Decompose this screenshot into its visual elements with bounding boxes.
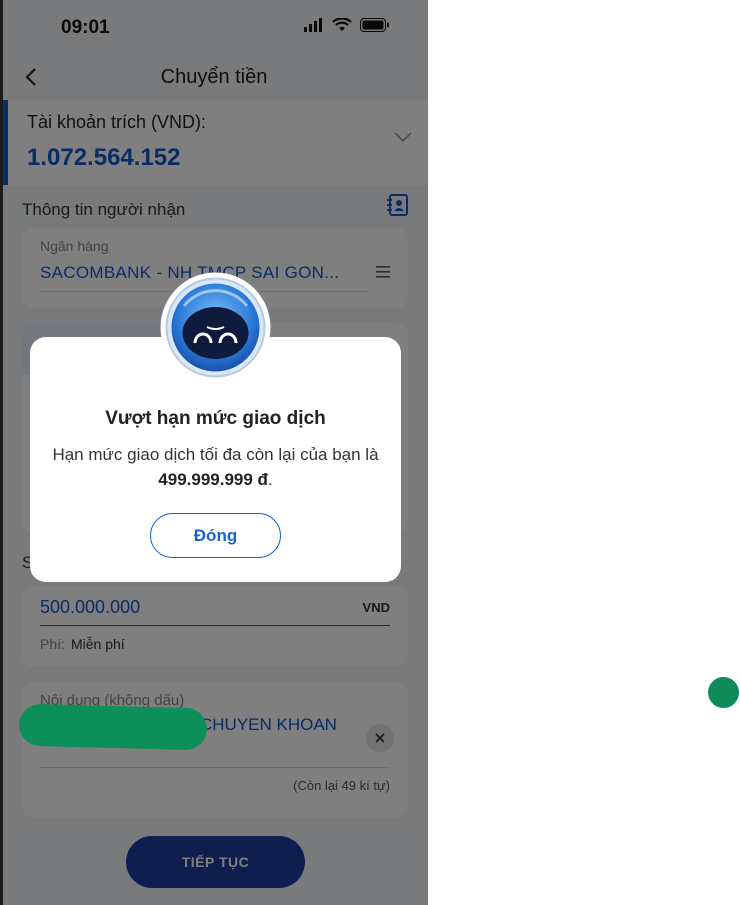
dialog-title: Vượt hạn mức giao dịch — [105, 408, 326, 429]
dialog-message-end: . — [267, 470, 273, 489]
redaction-mark — [18, 703, 208, 751]
floating-dot — [708, 677, 739, 708]
phone-screen: 09:01 Chuyển tiền Tài kho — [0, 0, 428, 905]
dialog-message: Hạn mức giao dịch tối đa còn lại của bạn… — [50, 442, 381, 492]
dialog-limit-value: 499.999.999 đ — [158, 470, 268, 489]
left-edge — [0, 0, 3, 905]
dialog-message-text: Hạn mức giao dịch tối đa còn lại của bạn… — [52, 445, 379, 464]
close-dialog-button[interactable]: Đóng — [150, 513, 281, 558]
mascot-robot-icon — [160, 272, 271, 383]
